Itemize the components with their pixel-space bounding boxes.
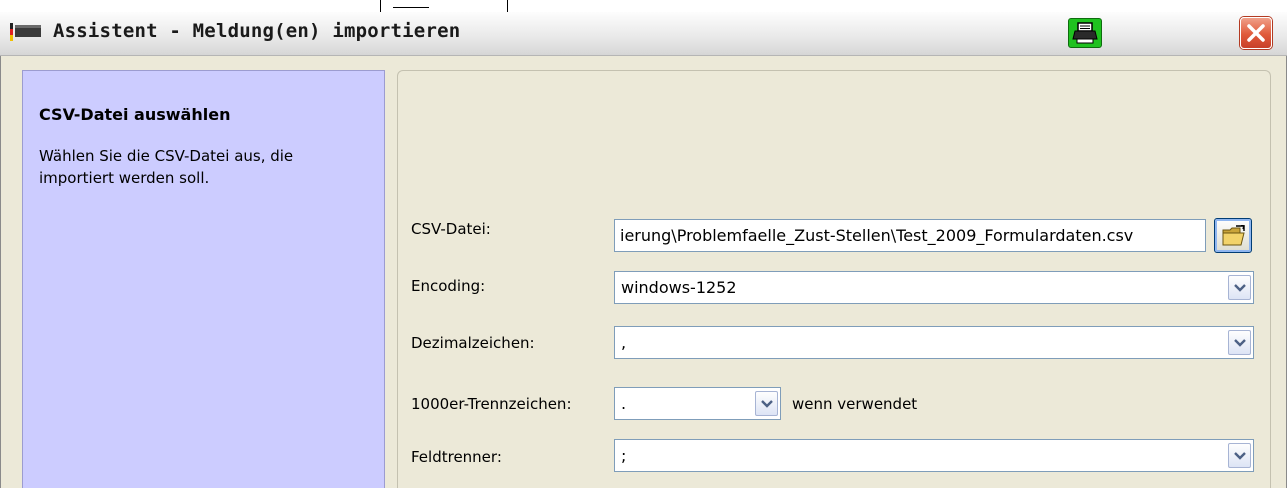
field-separator-dropdown-button[interactable] xyxy=(1228,443,1251,468)
csv-file-value: ierung\Problemfaelle_Zust-Stellen\Test_2… xyxy=(620,226,1134,245)
field-separator-select[interactable]: ; xyxy=(614,439,1254,472)
decimal-separator-value: , xyxy=(621,333,627,352)
thousands-separator-label: 1000er-Trennzeichen: xyxy=(411,395,572,413)
encoding-value: windows-1252 xyxy=(621,278,737,297)
decimal-separator-select[interactable]: , xyxy=(614,326,1254,359)
step-description: Wählen Sie die CSV-Datei aus, die import… xyxy=(39,147,294,187)
print-button[interactable] xyxy=(1068,18,1102,48)
browse-file-button[interactable] xyxy=(1214,218,1252,253)
thousands-separator-select[interactable]: . xyxy=(614,387,781,420)
encoding-select[interactable]: windows-1252 xyxy=(614,271,1254,304)
close-button[interactable] xyxy=(1240,17,1272,49)
csv-file-input[interactable]: ierung\Problemfaelle_Zust-Stellen\Test_2… xyxy=(614,219,1206,252)
close-icon xyxy=(1241,24,1271,52)
printer-icon xyxy=(1069,22,1101,51)
chevron-down-icon xyxy=(1234,452,1246,460)
window-frame-right xyxy=(1279,56,1287,488)
thousands-separator-value: . xyxy=(621,394,627,413)
thousands-separator-dropdown-button[interactable] xyxy=(755,391,778,416)
chevron-down-icon xyxy=(761,400,773,408)
field-separator-value: ; xyxy=(621,446,627,465)
step-title: CSV-Datei auswählen xyxy=(39,105,231,124)
decimal-separator-label: Dezimalzeichen: xyxy=(411,334,535,352)
step-info-panel: CSV-Datei auswählen Wählen Sie die CSV-D… xyxy=(22,70,385,488)
encoding-dropdown-button[interactable] xyxy=(1228,275,1251,300)
import-wizard-window: Assistent - Meldung(en) importieren CSV-… xyxy=(0,12,1287,488)
encoding-label: Encoding: xyxy=(411,277,486,295)
window-title: Assistent - Meldung(en) importieren xyxy=(53,20,461,42)
top-strip xyxy=(0,0,1287,13)
field-separator-label: Feldtrenner: xyxy=(411,448,502,466)
csv-file-label: CSV-Datei: xyxy=(411,220,491,238)
title-bar[interactable]: Assistent - Meldung(en) importieren xyxy=(0,12,1287,56)
chevron-down-icon xyxy=(1234,284,1246,292)
chevron-down-icon xyxy=(1234,339,1246,347)
window-frame-left xyxy=(0,56,8,488)
thousands-separator-hint: wenn verwendet xyxy=(792,395,918,413)
decimal-separator-dropdown-button[interactable] xyxy=(1228,330,1251,355)
flag-icon xyxy=(10,21,44,43)
